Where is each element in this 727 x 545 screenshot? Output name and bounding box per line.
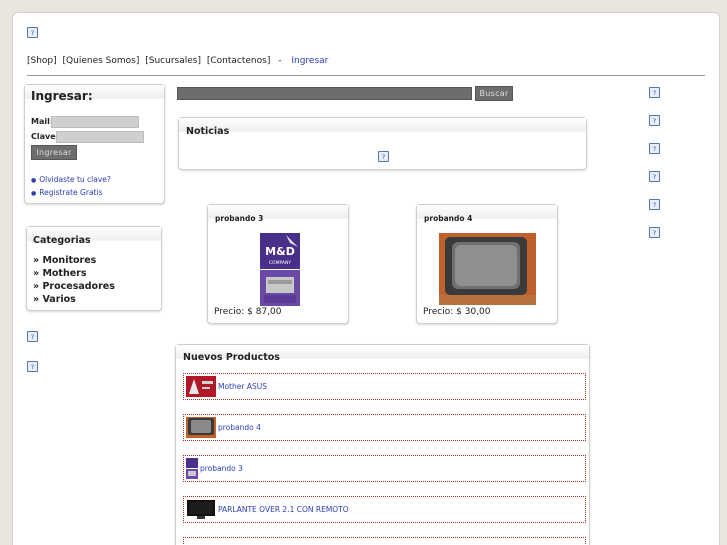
crt-monitor-image[interactable] — [439, 233, 536, 305]
md-company-product-image — [186, 458, 198, 479]
crt-monitor-image — [186, 417, 216, 438]
svg-text:?: ? — [653, 173, 657, 181]
nav-login-link[interactable]: Ingresar — [291, 56, 328, 66]
categories-box: Categorias » Monitores » Mothers » Proce… — [26, 226, 162, 311]
categories-title: Categorias — [33, 235, 91, 246]
forgot-password-label: Olvidaste tu clave? — [39, 175, 111, 184]
header-divider — [27, 75, 705, 76]
product-price: Precio: $ 30,00 — [423, 307, 491, 317]
nav-branches-link[interactable]: [Sucursales] — [145, 56, 201, 66]
news-box-header — [179, 118, 586, 132]
login-box: Ingresar: Mail: Clave: Ingresar ● Olvidas… — [24, 84, 165, 204]
new-product-item[interactable] — [183, 537, 586, 545]
nav-shop-link[interactable]: [Shop] — [27, 56, 57, 66]
broken-image-icon: ? — [649, 199, 660, 210]
nav-separator: - — [278, 56, 282, 66]
login-submit-button[interactable]: Ingresar — [31, 145, 77, 160]
forgot-password-link[interactable]: ● Olvidaste tu clave? — [31, 175, 111, 184]
login-title: Ingresar: — [31, 89, 93, 103]
password-input[interactable] — [56, 131, 144, 143]
svg-text:?: ? — [653, 201, 657, 209]
mail-input[interactable] — [51, 116, 139, 128]
nav-about-link[interactable]: [Quienes Somos] — [63, 56, 140, 66]
product-price: Precio: $ 87,00 — [214, 307, 282, 317]
password-label: Clave: — [31, 132, 59, 141]
new-product-link[interactable]: probando 3 — [200, 464, 243, 473]
broken-image-icon: ? — [649, 143, 660, 154]
product-name: probando 4 — [424, 214, 473, 223]
broken-image-icon: ? — [378, 151, 389, 162]
news-box: Noticias ? — [178, 117, 587, 170]
new-product-link[interactable]: Mother ASUS — [218, 382, 267, 391]
svg-text:COMPANY: COMPANY — [269, 260, 291, 266]
register-label: Registrate Gratis — [39, 188, 103, 197]
flat-monitor-image — [187, 500, 215, 519]
top-navigation: [Shop] [Quienes Somos] [Sucursales] [Con… — [27, 56, 331, 66]
new-product-link[interactable]: PARLANTE OVER 2.1 CON REMOTO — [218, 505, 349, 514]
featured-product-card[interactable]: probando 4 Precio: $ 30,00 — [416, 204, 558, 324]
search-input[interactable] — [177, 87, 472, 100]
broken-image-icon: ? — [649, 115, 660, 126]
register-link[interactable]: ● Registrate Gratis — [31, 188, 102, 197]
broken-image-icon: ? — [649, 87, 660, 98]
news-title: Noticias — [186, 126, 230, 137]
category-item-procesadores[interactable]: » Procesadores — [33, 281, 115, 292]
svg-text:?: ? — [31, 29, 35, 37]
new-product-item[interactable]: Mother ASUS — [183, 373, 586, 400]
broken-image-icon: ? — [27, 27, 38, 38]
featured-product-card[interactable]: probando 3 M&D COMPANY Precio: $ 87,00 — [207, 204, 349, 324]
svg-text:?: ? — [653, 89, 657, 97]
mail-label: Mail: — [31, 117, 54, 126]
broken-image-icon: ? — [27, 331, 38, 342]
category-item-monitores[interactable]: » Monitores — [33, 255, 96, 266]
md-company-product-image[interactable]: M&D COMPANY — [260, 233, 300, 306]
broken-image-icon: ? — [27, 361, 38, 372]
new-product-item[interactable]: PARLANTE OVER 2.1 CON REMOTO — [183, 496, 586, 523]
svg-text:?: ? — [653, 117, 657, 125]
motherboard-image — [186, 376, 216, 397]
svg-text:?: ? — [653, 145, 657, 153]
product-name: probando 3 — [215, 214, 264, 223]
new-products-box: Nuevos Productos Mother ASUS probando 4 — [175, 344, 590, 545]
new-product-item[interactable]: probando 4 — [183, 414, 586, 441]
svg-text:?: ? — [382, 153, 386, 161]
category-item-mothers[interactable]: » Mothers — [33, 268, 87, 279]
new-products-title: Nuevos Productos — [183, 352, 280, 363]
svg-text:?: ? — [31, 333, 35, 341]
svg-text:?: ? — [31, 363, 35, 371]
nav-contact-link[interactable]: [Contactenos] — [207, 56, 270, 66]
new-product-item[interactable]: probando 3 — [183, 455, 586, 482]
svg-text:M&D: M&D — [265, 245, 295, 258]
broken-image-icon: ? — [649, 171, 660, 182]
page-container: ? [Shop] [Quienes Somos] [Sucursales] [C… — [12, 12, 720, 545]
search-button[interactable]: Buscar — [475, 86, 513, 101]
new-product-link[interactable]: probando 4 — [218, 423, 261, 432]
category-item-varios[interactable]: » Varios — [33, 294, 76, 305]
broken-image-icon: ? — [649, 227, 660, 238]
svg-text:?: ? — [653, 229, 657, 237]
